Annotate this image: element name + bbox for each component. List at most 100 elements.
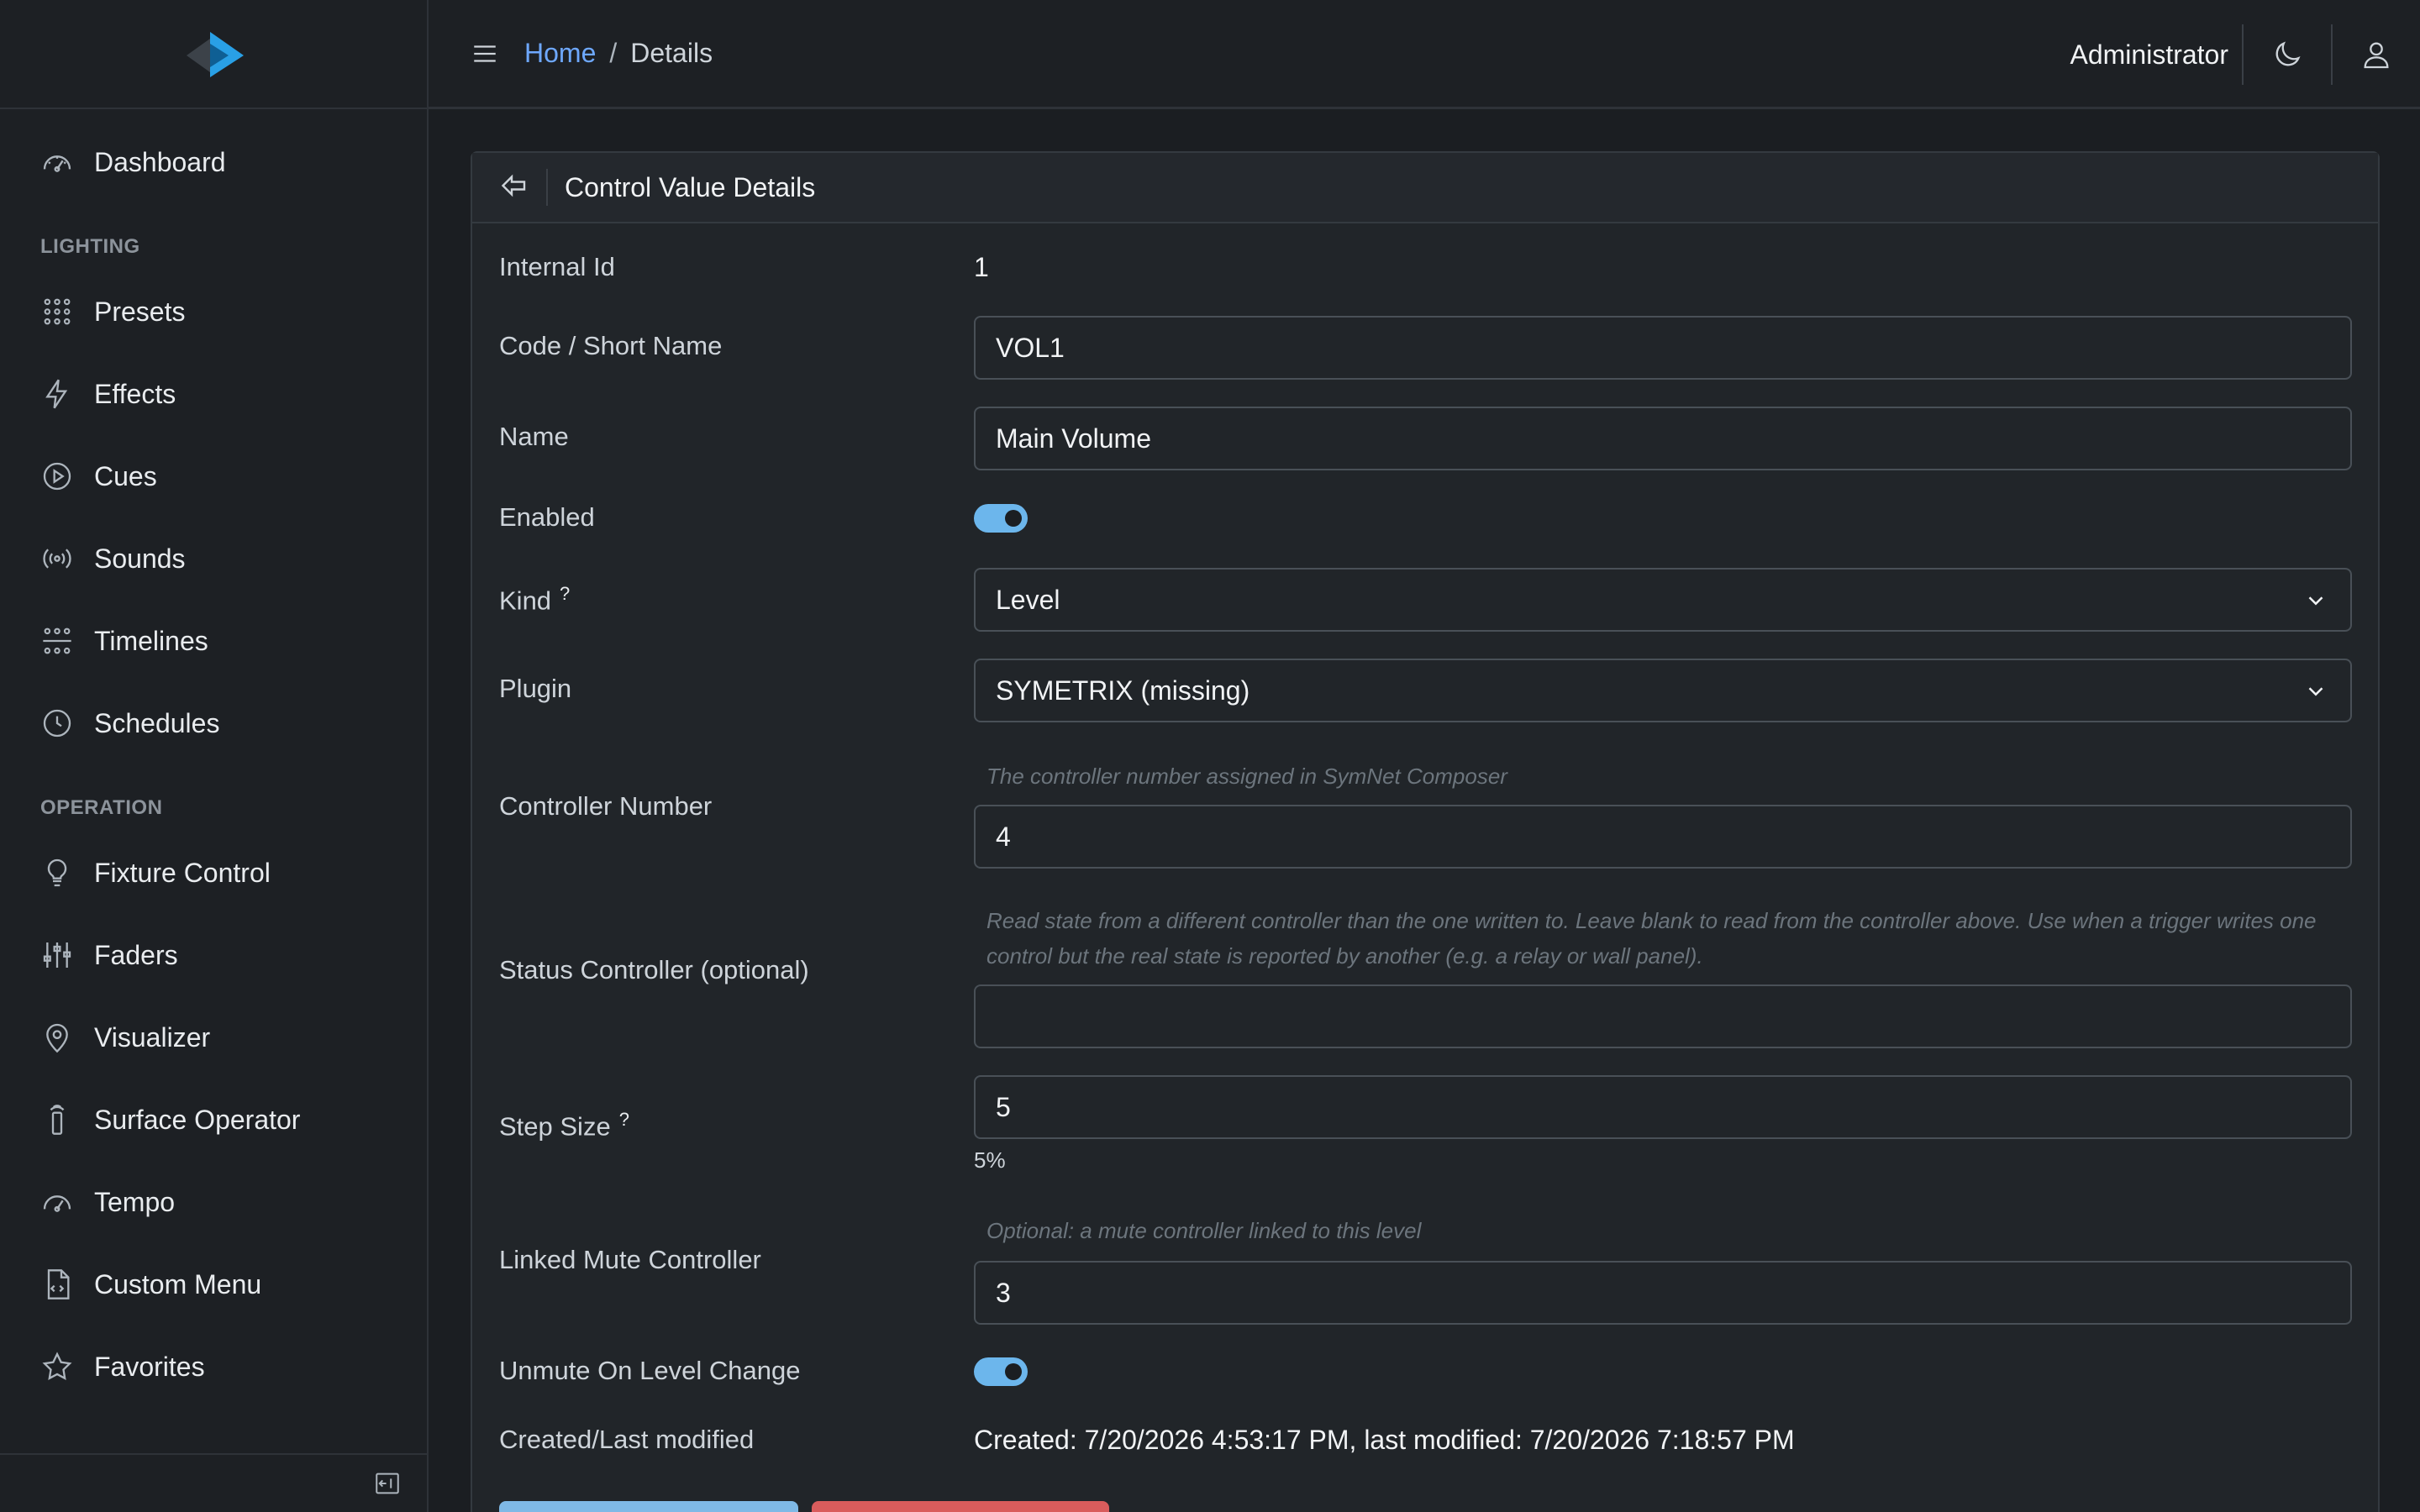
sidebar-item-cues[interactable]: Cues bbox=[0, 435, 427, 517]
plugin-select[interactable]: SYMETRIX (missing) bbox=[974, 659, 2352, 722]
sidebar-item-label: Tempo bbox=[94, 1186, 176, 1217]
step-size-input[interactable] bbox=[974, 1075, 2352, 1139]
code-file-icon bbox=[40, 1268, 74, 1301]
brand bbox=[0, 0, 427, 109]
controller-number-hint: The controller number assigned in SymNet… bbox=[986, 764, 1507, 789]
header-actions: Administrator bbox=[2070, 0, 2420, 109]
sidebar-item-presets[interactable]: Presets bbox=[0, 270, 427, 353]
sidebar-item-label: Faders bbox=[94, 939, 178, 970]
details-card: Control Value Details Internal Id 1 Code… bbox=[471, 151, 2380, 1512]
sidebar-item-label: Favorites bbox=[94, 1351, 205, 1382]
nav-section-lighting: LIGHTING bbox=[40, 235, 140, 258]
nav-section-operation: OPERATION bbox=[40, 796, 163, 819]
code-label: Code / Short Name bbox=[499, 331, 723, 360]
toggle-knob bbox=[1005, 510, 1022, 527]
sidebar-item-timelines[interactable]: Timelines bbox=[0, 600, 427, 682]
internal-id-value: 1 bbox=[974, 252, 989, 282]
kind-label-text: Kind bbox=[499, 585, 552, 616]
delete-button[interactable] bbox=[812, 1501, 1109, 1512]
header-divider bbox=[546, 169, 548, 206]
sidebar-item-label: Timelines bbox=[94, 625, 208, 656]
lightbulb-icon bbox=[40, 856, 74, 890]
kind-help-icon[interactable]: ? bbox=[560, 583, 570, 604]
enabled-toggle[interactable] bbox=[974, 504, 1028, 533]
collapse-sidebar-icon[interactable] bbox=[373, 1469, 402, 1498]
name-label: Name bbox=[499, 422, 569, 451]
step-size-help-icon[interactable]: ? bbox=[619, 1109, 629, 1130]
sidebar-item-dashboard[interactable]: Dashboard bbox=[0, 121, 427, 203]
status-controller-label: Status Controller (optional) bbox=[499, 955, 809, 984]
speedometer-icon bbox=[40, 145, 74, 179]
menu-toggle-icon[interactable] bbox=[471, 39, 499, 68]
created-value: Created: 7/20/2026 4:53:17 PM, last modi… bbox=[974, 1425, 1795, 1455]
sidebar-item-label: Sounds bbox=[94, 543, 186, 574]
user-menu-button[interactable] bbox=[2331, 24, 2420, 85]
moon-icon bbox=[2270, 38, 2304, 71]
sidebar-item-sounds[interactable]: Sounds bbox=[0, 517, 427, 600]
broadcast-icon bbox=[40, 542, 74, 575]
breadcrumb-home-link[interactable]: Home bbox=[524, 38, 596, 68]
back-arrow-icon[interactable] bbox=[499, 171, 533, 204]
controller-number-input[interactable] bbox=[974, 805, 2352, 869]
clock-icon bbox=[40, 706, 74, 740]
sidebar-item-custom-menu[interactable]: Custom Menu bbox=[0, 1243, 427, 1326]
sidebar-item-fixture-control[interactable]: Fixture Control bbox=[0, 832, 427, 914]
breadcrumb-separator: / bbox=[609, 38, 618, 68]
sidebar-item-favorites[interactable]: Favorites bbox=[0, 1326, 427, 1408]
star-icon bbox=[40, 1350, 74, 1383]
breadcrumb-current: Details bbox=[630, 38, 713, 68]
plugin-label: Plugin bbox=[499, 674, 572, 703]
sidebar-item-label: Visualizer bbox=[94, 1021, 211, 1053]
play-circle-icon bbox=[40, 459, 74, 493]
linked-mute-input[interactable] bbox=[974, 1261, 2352, 1325]
top-header: Home / Details Administrator bbox=[429, 0, 2420, 109]
lightning-icon bbox=[40, 377, 74, 411]
sidebar-item-label: Fixture Control bbox=[94, 857, 271, 888]
created-label: Created/Last modified bbox=[499, 1425, 755, 1454]
chevron-down-icon bbox=[2303, 679, 2328, 704]
status-controller-hint: Read state from a different controller t… bbox=[986, 908, 2317, 969]
linked-mute-label: Linked Mute Controller bbox=[499, 1245, 761, 1274]
timeline-icon bbox=[40, 624, 74, 658]
card-header: Control Value Details bbox=[472, 153, 2378, 223]
kind-label: Kind? bbox=[499, 583, 570, 616]
save-button[interactable] bbox=[499, 1501, 798, 1512]
sidebar-item-tempo[interactable]: Tempo bbox=[0, 1161, 427, 1243]
sidebar-nav: Dashboard LIGHTING Presets Effects Cues Sou… bbox=[0, 109, 427, 1408]
sidebar-item-label: Schedules bbox=[94, 707, 220, 738]
name-input[interactable] bbox=[974, 407, 2352, 470]
map-pin-icon bbox=[40, 1021, 74, 1054]
sidebar-item-surface-operator[interactable]: Surface Operator bbox=[0, 1079, 427, 1161]
enabled-label: Enabled bbox=[499, 502, 595, 532]
kind-select[interactable]: Level bbox=[974, 568, 2352, 632]
sidebar-item-label: Presets bbox=[94, 296, 186, 327]
sidebar-item-label: Custom Menu bbox=[94, 1268, 262, 1299]
kind-selected-value: Level bbox=[996, 584, 1060, 615]
sidebar: Dashboard LIGHTING Presets Effects Cues Sou… bbox=[0, 0, 429, 1512]
sidebar-footer bbox=[0, 1453, 427, 1512]
code-input[interactable] bbox=[974, 316, 2352, 380]
app-logo[interactable] bbox=[180, 27, 247, 81]
sidebar-item-schedules[interactable]: Schedules bbox=[0, 682, 427, 764]
sidebar-item-visualizer[interactable]: Visualizer bbox=[0, 996, 427, 1079]
unmute-toggle[interactable] bbox=[974, 1357, 1028, 1386]
user-name: Administrator bbox=[2070, 39, 2229, 70]
toggle-knob bbox=[1005, 1363, 1022, 1380]
status-controller-input[interactable] bbox=[974, 984, 2352, 1048]
sidebar-item-label: Surface Operator bbox=[94, 1104, 301, 1135]
page-title: Control Value Details bbox=[565, 171, 816, 202]
chevron-down-icon bbox=[2303, 588, 2328, 613]
sidebar-item-label: Effects bbox=[94, 378, 176, 409]
breadcrumb: Home / Details bbox=[524, 38, 713, 69]
step-size-percent: 5% bbox=[974, 1147, 1006, 1173]
linked-mute-hint: Optional: a mute controller linked to th… bbox=[986, 1218, 1422, 1243]
sidebar-item-label: Cues bbox=[94, 460, 157, 491]
plugin-selected-value: SYMETRIX (missing) bbox=[996, 675, 1250, 706]
step-size-label: Step Size? bbox=[499, 1109, 629, 1142]
theme-toggle-button[interactable] bbox=[2242, 24, 2331, 85]
sidebar-item-effects[interactable]: Effects bbox=[0, 353, 427, 435]
sidebar-item-faders[interactable]: Faders bbox=[0, 914, 427, 996]
grid-dots-icon bbox=[40, 295, 74, 328]
unmute-label: Unmute On Level Change bbox=[499, 1356, 801, 1385]
sliders-icon bbox=[40, 938, 74, 972]
